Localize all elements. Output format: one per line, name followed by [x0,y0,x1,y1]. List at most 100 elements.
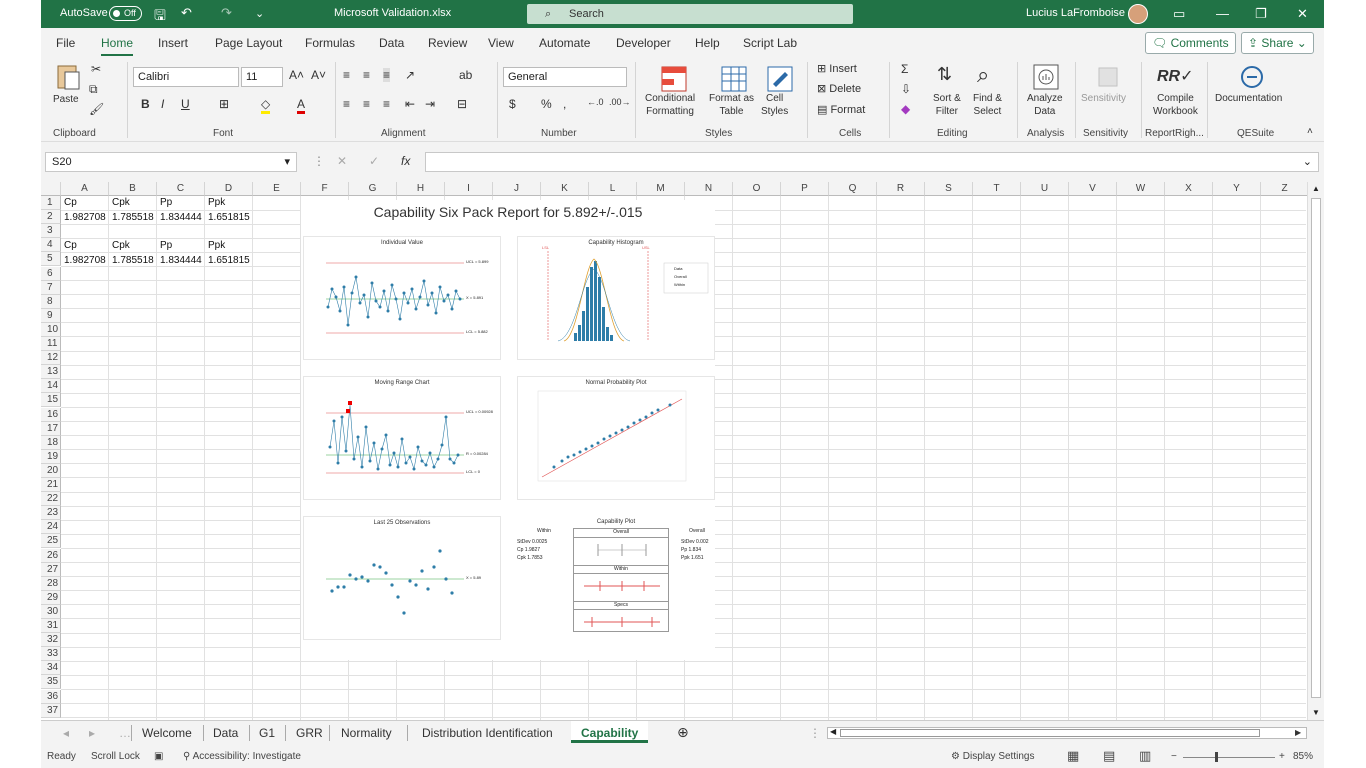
horizontal-scrollbar[interactable]: ◀ [827,727,1307,739]
scroll-right-icon[interactable]: ▶ [1295,728,1301,737]
macro-recording-icon[interactable]: ▣ [154,751,163,762]
column-header-r[interactable]: R [877,182,925,196]
comments-button[interactable]: 🗨 Comments [1145,32,1236,54]
row-header-19[interactable]: 19 [41,449,61,464]
expand-formula-icon[interactable]: ⌄ [1303,155,1312,168]
close-icon[interactable]: ✕ [1297,6,1308,22]
sensitivity-button[interactable]: Sensitivity [1081,92,1126,105]
column-header-c[interactable]: C [157,182,205,196]
sort-filter-icon[interactable]: ⇅ [937,64,952,85]
page-layout-view-icon[interactable]: ▤ [1103,748,1115,764]
align-left-icon[interactable]: ≡ [343,97,350,111]
tab-home[interactable]: Home [101,36,134,56]
tab-developer[interactable]: Developer [616,36,671,50]
scroll-down-icon[interactable]: ▼ [1312,708,1320,717]
sheet-tab-grr[interactable]: GRR [296,726,323,740]
column-header-t[interactable]: T [973,182,1021,196]
individual-value-chart[interactable]: Individual Value UCL = 5.899 X = 5.891 L… [303,236,501,360]
clear-icon[interactable]: ◆ [901,102,910,116]
align-center-icon[interactable]: ≡ [363,97,370,111]
merge-center-icon[interactable]: ⊟ [457,97,467,111]
row-header-18[interactable]: 18 [41,435,61,450]
paste-icon[interactable] [53,62,83,92]
cell-a2[interactable]: 1.982708 [61,211,106,225]
cell-styles-icon[interactable] [765,64,795,94]
row-header-30[interactable]: 30 [41,604,61,619]
column-header-l[interactable]: L [589,182,637,196]
tab-formulas[interactable]: Formulas [305,36,355,50]
column-header-o[interactable]: O [733,182,781,196]
cell-styles-button[interactable]: Cell Styles [761,92,788,118]
cell-b2[interactable]: 1.785518 [109,211,154,225]
sheet-tab-g1[interactable]: G1 [259,726,275,740]
cut-icon[interactable]: ✂ [91,62,101,76]
cell-a1[interactable]: Cp [61,196,77,210]
cell-c2[interactable]: 1.834444 [157,211,202,225]
autosave-toggle[interactable]: Off [109,6,142,21]
search-box[interactable]: ⌕ Search [527,4,853,24]
row-header-6[interactable]: 6 [41,266,61,281]
next-sheet-icon[interactable]: ▸ [89,726,95,740]
tab-automate[interactable]: Automate [539,36,590,50]
capability-plot[interactable]: Capability Plot Within Overall StDev 0.0… [517,516,715,646]
zoom-out-icon[interactable]: − [1171,751,1177,762]
find-select-icon[interactable]: ⌕ [977,62,989,88]
increase-font-icon[interactable]: A˄ [289,68,304,82]
column-header-j[interactable]: J [493,182,541,196]
cell-d5[interactable]: 1.651815 [205,254,250,268]
align-right-icon[interactable]: ≡ [383,97,390,111]
number-format-select[interactable]: General [503,67,627,87]
wrap-text-icon[interactable]: ab [459,68,472,82]
sheet-tab-welcome[interactable]: Welcome [142,726,192,740]
column-header-k[interactable]: K [541,182,589,196]
cell-c4[interactable]: Pp [157,239,172,253]
row-header-7[interactable]: 7 [41,280,61,295]
display-settings-button[interactable]: ⚙ Display Settings [951,751,1034,762]
row-header-27[interactable]: 27 [41,562,61,577]
minimize-icon[interactable]: — [1216,6,1229,21]
row-header-25[interactable]: 25 [41,534,61,549]
conditional-formatting-icon[interactable] [659,64,689,94]
row-header-12[interactable]: 12 [41,351,61,366]
row-header-15[interactable]: 15 [41,393,61,408]
italic-button[interactable]: I [161,97,164,111]
format-as-table-button[interactable]: Format as Table [709,92,754,118]
row-header-5[interactable]: 5 [41,252,61,267]
restore-icon[interactable]: ❐ [1255,6,1267,22]
capability-report[interactable]: Capability Six Pack Report for 5.892+/-.… [301,200,715,660]
row-header-26[interactable]: 26 [41,548,61,563]
tab-help[interactable]: Help [695,36,720,50]
row-header-3[interactable]: 3 [41,224,61,239]
cell-b1[interactable]: Cpk [109,196,130,210]
row-header-17[interactable]: 17 [41,421,61,436]
column-header-s[interactable]: S [925,182,973,196]
tab-insert[interactable]: Insert [158,36,188,50]
row-header-24[interactable]: 24 [41,520,61,535]
row-header-13[interactable]: 13 [41,365,61,380]
column-header-p[interactable]: P [781,182,829,196]
find-select-button[interactable]: Find & Select [973,92,1002,118]
cell-a5[interactable]: 1.982708 [61,254,106,268]
tab-view[interactable]: View [488,36,514,50]
row-header-2[interactable]: 2 [41,210,61,225]
row-header-31[interactable]: 31 [41,619,61,633]
more-options-icon[interactable]: ⋮ [313,154,325,168]
status-scroll-lock[interactable]: Scroll Lock [91,751,140,762]
row-header-1[interactable]: 1 [41,196,61,210]
currency-icon[interactable]: $ [509,97,516,111]
prev-sheet-icon[interactable]: ◂ [63,726,69,740]
row-header-16[interactable]: 16 [41,407,61,422]
column-header-i[interactable]: I [445,182,493,196]
cell-b4[interactable]: Cpk [109,239,130,253]
sort-filter-button[interactable]: Sort & Filter [933,92,961,118]
fill-icon[interactable]: ⇩ [901,82,911,96]
tab-data[interactable]: Data [379,36,404,50]
tab-script-lab[interactable]: Script Lab [743,36,797,50]
zoom-slider-thumb[interactable] [1215,752,1218,762]
compile-workbook-icon[interactable]: RR✓ [1157,66,1194,86]
format-painter-icon[interactable]: 🖌 [89,102,104,116]
compile-workbook-button[interactable]: Compile Workbook [1153,92,1198,118]
column-header-b[interactable]: B [109,182,157,196]
copy-icon[interactable]: ⧉ [89,82,98,97]
user-name[interactable]: Lucius LaFromboise [1026,7,1125,19]
